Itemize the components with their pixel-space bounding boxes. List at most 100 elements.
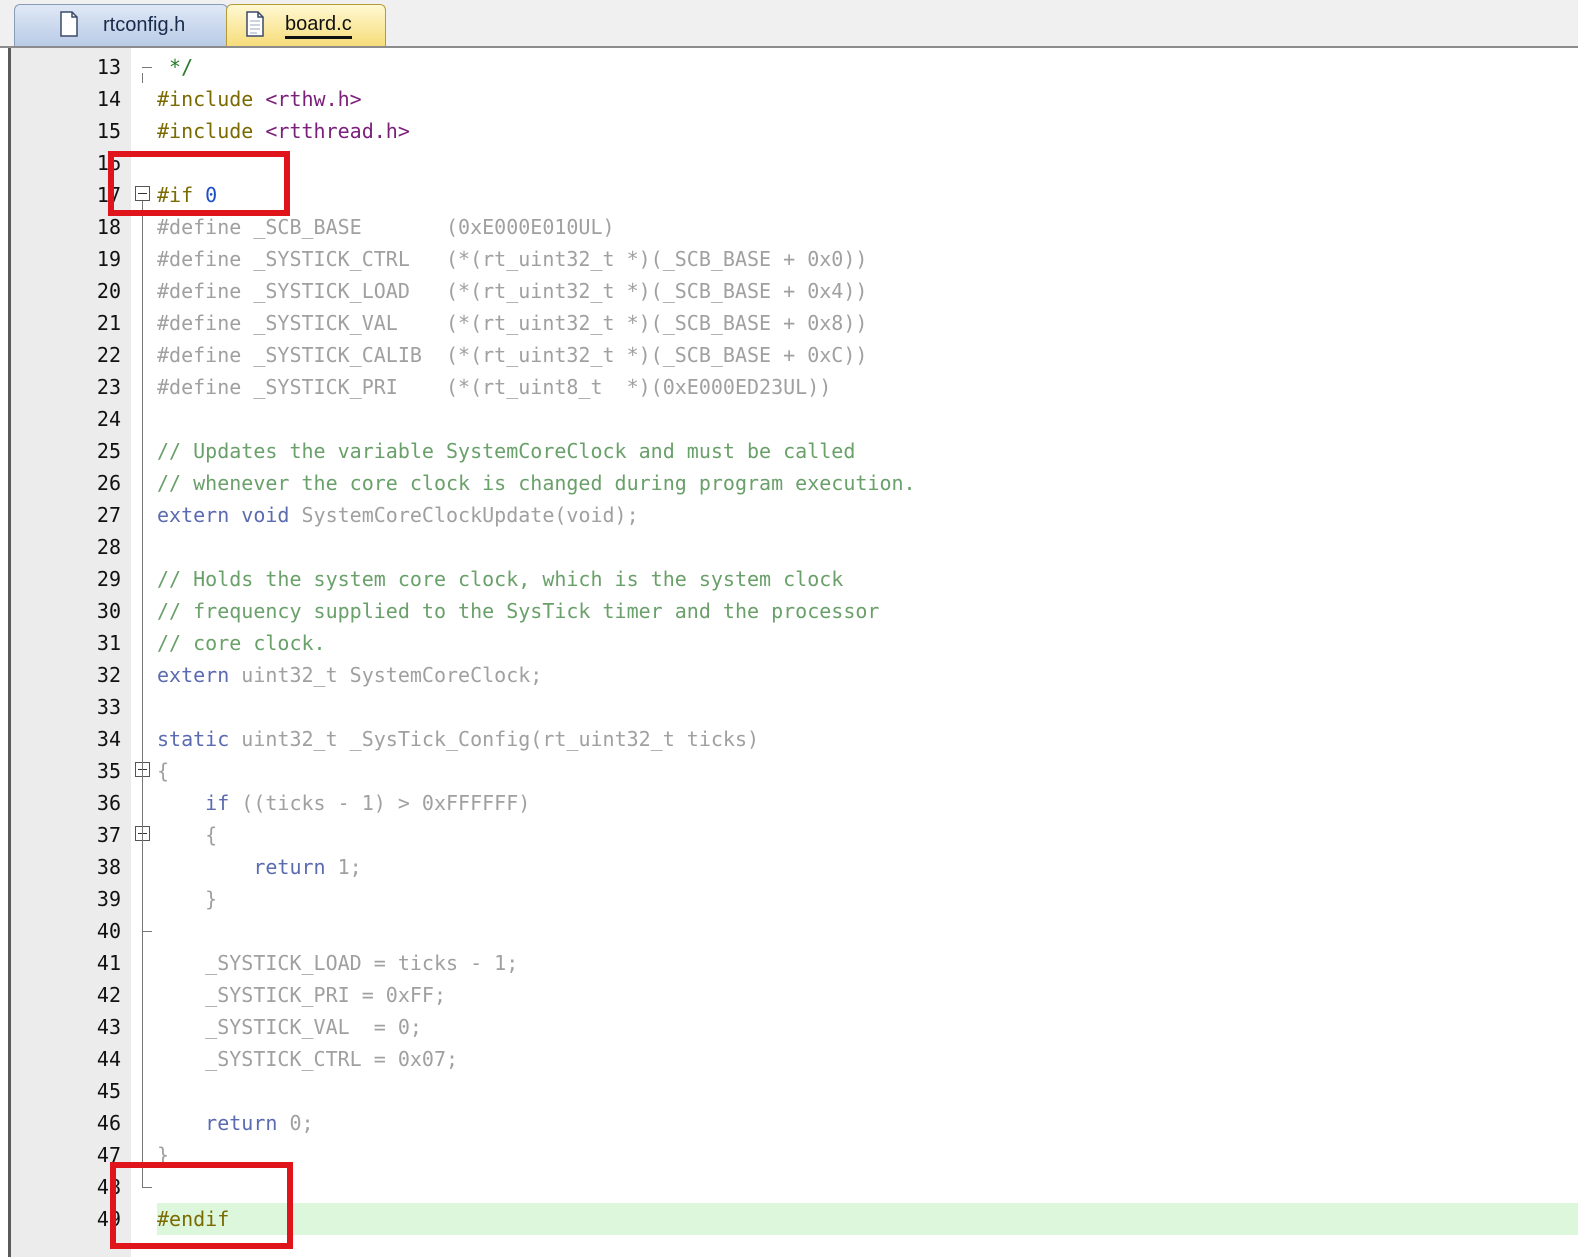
code-line[interactable]: 24: [11, 403, 1578, 435]
line-number: 38: [96, 855, 121, 879]
code-line[interactable]: 39 }: [11, 883, 1578, 915]
code-text: _SYSTICK_VAL = 0;: [157, 1015, 422, 1039]
code-text: #define _SYSTICK_CTRL (*(rt_uint32_t *)(…: [157, 247, 868, 271]
code-text: // frequency supplied to the SysTick tim…: [157, 599, 880, 623]
code-text: _SYSTICK_PRI = 0xFF;: [157, 983, 446, 1007]
code-line[interactable]: 33: [11, 691, 1578, 723]
code-line[interactable]: 14 #include <rthw.h>: [11, 83, 1578, 115]
fold-guide: [142, 73, 143, 83]
code-line[interactable]: 29 // Holds the system core clock, which …: [11, 563, 1578, 595]
line-number: 22: [96, 343, 121, 367]
line-number: 13: [96, 55, 121, 79]
tab-bar: rtconfig.h board.c: [0, 0, 1578, 48]
code-line[interactable]: 36 if ((ticks - 1) > 0xFFFFFF): [11, 787, 1578, 819]
highlight-box-endif: [110, 1162, 293, 1249]
code-line[interactable]: 25 // Updates the variable SystemCoreCloc…: [11, 435, 1578, 467]
line-number: 45: [96, 1079, 121, 1103]
line-number: 30: [96, 599, 121, 623]
line-number: 32: [96, 663, 121, 687]
code-text: */: [157, 55, 194, 79]
code-line[interactable]: 21 #define _SYSTICK_VAL (*(rt_uint32_t *)…: [11, 307, 1578, 339]
code-line[interactable]: 40: [11, 915, 1578, 947]
code-line[interactable]: 42 _SYSTICK_PRI = 0xFF;: [11, 979, 1578, 1011]
code-line[interactable]: 23 #define _SYSTICK_PRI (*(rt_uint8_t *)(…: [11, 371, 1578, 403]
code-text: // Updates the variable SystemCoreClock …: [157, 439, 856, 463]
line-number: 24: [96, 407, 121, 431]
code-text: extern uint32_t SystemCoreClock;: [157, 663, 543, 687]
code-text: return 0;: [157, 1111, 314, 1135]
code-line[interactable]: 38 return 1;: [11, 851, 1578, 883]
line-number: 21: [96, 311, 121, 335]
line-number: 26: [96, 471, 121, 495]
code-line[interactable]: 27 extern void SystemCoreClockUpdate(void…: [11, 499, 1578, 531]
line-number: 20: [96, 279, 121, 303]
file-icon: [60, 11, 78, 37]
code-text: #define _SYSTICK_PRI (*(rt_uint8_t *)(0x…: [157, 375, 832, 399]
code-text: #define _SYSTICK_LOAD (*(rt_uint32_t *)(…: [157, 279, 868, 303]
code-line[interactable]: 15 #include <rtthread.h>: [11, 115, 1578, 147]
code-text: // whenever the core clock is changed du…: [157, 471, 916, 495]
code-text: _SYSTICK_LOAD = ticks - 1;: [157, 951, 519, 975]
code-text: _SYSTICK_CTRL = 0x07;: [157, 1047, 459, 1071]
current-line-highlight: [157, 1203, 1578, 1235]
code-line[interactable]: 41 _SYSTICK_LOAD = ticks - 1;: [11, 947, 1578, 979]
code-line[interactable]: 19 #define _SYSTICK_CTRL (*(rt_uint32_t *…: [11, 243, 1578, 275]
line-number: 40: [96, 919, 121, 943]
code-text: // core clock.: [157, 631, 326, 655]
line-number: 19: [96, 247, 121, 271]
code-line[interactable]: 35 {: [11, 755, 1578, 787]
code-line[interactable]: 46 return 0;: [11, 1107, 1578, 1139]
line-number: 15: [96, 119, 121, 143]
line-number: 37: [96, 823, 121, 847]
tab-label: board.c: [285, 12, 352, 39]
tab-label: rtconfig.h: [103, 14, 186, 36]
code-text: {: [157, 759, 170, 783]
line-number: 29: [96, 567, 121, 591]
code-text: #define _SYSTICK_CALIB (*(rt_uint32_t *)…: [157, 343, 868, 367]
line-number: 27: [96, 503, 121, 527]
code-text: if ((ticks - 1) > 0xFFFFFF): [157, 791, 531, 815]
fold-end-marker: [142, 931, 152, 932]
fold-guide-if-block: [142, 201, 143, 1187]
line-number: 31: [96, 631, 121, 655]
code-line[interactable]: 30 // frequency supplied to the SysTick t…: [11, 595, 1578, 627]
code-text: // Holds the system core clock, which is…: [157, 567, 844, 591]
code-line[interactable]: 32 extern uint32_t SystemCoreClock;: [11, 659, 1578, 691]
line-number: 46: [96, 1111, 121, 1135]
code-text: return 1;: [157, 855, 362, 879]
line-number: 44: [96, 1047, 121, 1071]
code-line[interactable]: 13 */: [11, 51, 1578, 83]
line-number: 43: [96, 1015, 121, 1039]
line-number: 35: [96, 759, 121, 783]
code-line[interactable]: 26 // whenever the core clock is changed …: [11, 467, 1578, 499]
line-number: 34: [96, 727, 121, 751]
line-number: 18: [96, 215, 121, 239]
code-text: }: [157, 887, 218, 911]
code-line[interactable]: 34 static uint32_t _SysTick_Config(rt_uin…: [11, 723, 1578, 755]
line-number: 17: [96, 183, 121, 207]
fold-end-marker: [142, 67, 152, 68]
code-text: #include <rtthread.h>: [157, 119, 410, 143]
code-text: static uint32_t _SysTick_Config(rt_uint3…: [157, 727, 760, 751]
code-line[interactable]: 31 // core clock.: [11, 627, 1578, 659]
code-text: #include <rthw.h>: [157, 87, 362, 111]
line-number: 47: [96, 1143, 121, 1167]
line-number: 39: [96, 887, 121, 911]
code-line[interactable]: 28: [11, 531, 1578, 563]
code-editor[interactable]: 13 */ 14 #include <rthw.h> 15 #include <rtth…: [8, 48, 1578, 1257]
line-number: 33: [96, 695, 121, 719]
line-number: 16: [96, 151, 121, 175]
line-number: 36: [96, 791, 121, 815]
tab-board-c[interactable]: board.c: [226, 4, 386, 46]
code-line[interactable]: 45: [11, 1075, 1578, 1107]
code-text: #define _SYSTICK_VAL (*(rt_uint32_t *)(_…: [157, 311, 868, 335]
line-number: 23: [96, 375, 121, 399]
code-line[interactable]: 37 {: [11, 819, 1578, 851]
code-line[interactable]: 44 _SYSTICK_CTRL = 0x07;: [11, 1043, 1578, 1075]
code-line[interactable]: 22 #define _SYSTICK_CALIB (*(rt_uint32_t …: [11, 339, 1578, 371]
line-number: 48: [96, 1175, 121, 1199]
tab-rtconfig-h[interactable]: rtconfig.h: [14, 4, 228, 46]
code-line[interactable]: 20 #define _SYSTICK_LOAD (*(rt_uint32_t *…: [11, 275, 1578, 307]
code-line[interactable]: 43 _SYSTICK_VAL = 0;: [11, 1011, 1578, 1043]
line-number: 25: [96, 439, 121, 463]
